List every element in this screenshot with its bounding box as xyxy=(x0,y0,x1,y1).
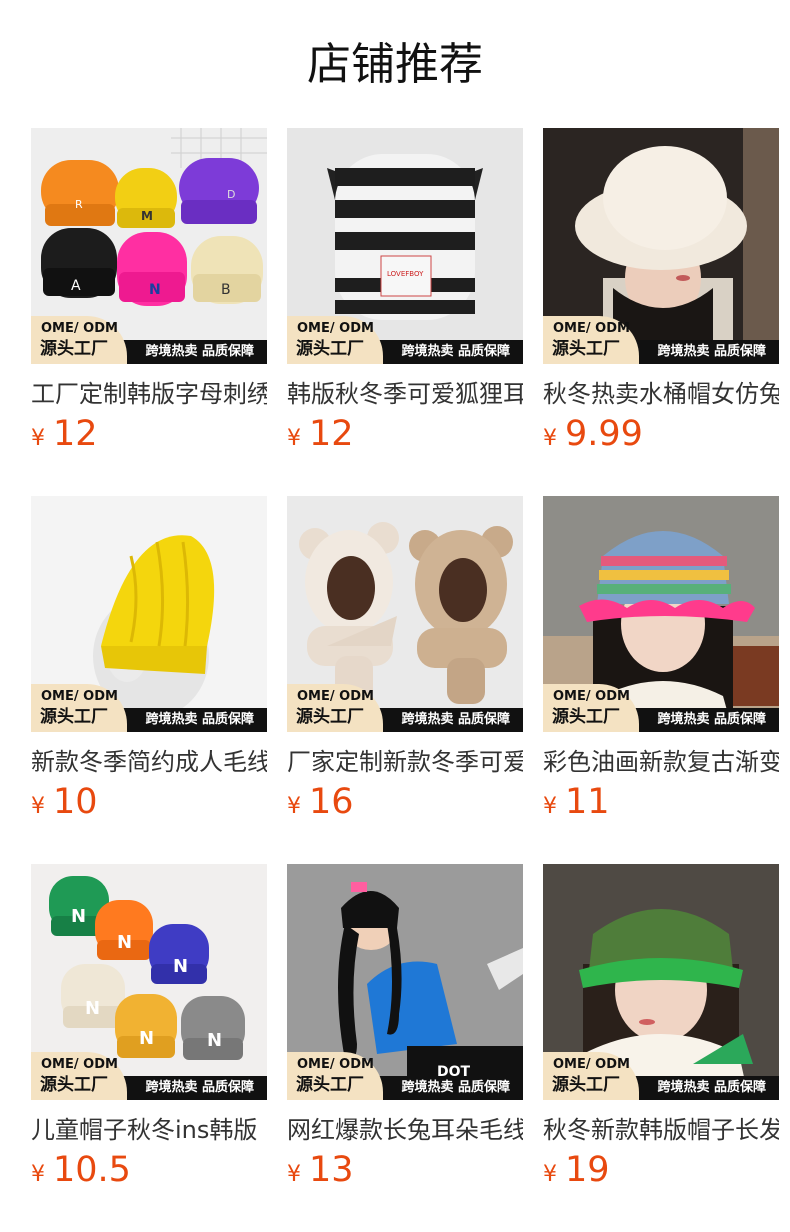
currency-symbol: ¥ xyxy=(543,794,557,819)
factory-badge: OME/ ODM 源头工厂 xyxy=(287,316,383,364)
price-value: 10 xyxy=(53,782,98,822)
product-name[interactable]: 彩色油画新款复古渐变 xyxy=(543,746,779,778)
product-image[interactable]: 跨境热卖 品质保障 OME/ ODM 源头工厂 xyxy=(287,496,523,732)
product-card[interactable]: NNNNNN 跨境热卖 品质保障 OME/ ODM 源头工厂 儿童帽子秋冬ins… xyxy=(31,864,267,1190)
product-price: ¥9.99 xyxy=(543,414,779,454)
factory-badge: OME/ ODM 源头工厂 xyxy=(543,316,639,364)
product-price: ¥10 xyxy=(31,782,267,822)
product-name[interactable]: 新款冬季简约成人毛线 xyxy=(31,746,267,778)
product-price: ¥11 xyxy=(543,782,779,822)
price-value: 12 xyxy=(53,414,98,454)
product-price: ¥12 xyxy=(287,414,523,454)
product-price: ¥19 xyxy=(543,1150,779,1190)
factory-badge: OME/ ODM 源头工厂 xyxy=(31,684,127,732)
currency-symbol: ¥ xyxy=(31,794,45,819)
price-value: 9.99 xyxy=(565,414,643,454)
currency-symbol: ¥ xyxy=(287,426,301,451)
currency-symbol: ¥ xyxy=(543,426,557,451)
product-image[interactable]: 跨境热卖 品质保障 OME/ ODM 源头工厂 xyxy=(543,496,779,732)
currency-symbol: ¥ xyxy=(287,1162,301,1187)
product-image[interactable]: LOVEFBOY 跨境热卖 品质保障 OME/ ODM 源头工厂 xyxy=(287,128,523,364)
factory-badge: OME/ ODM 源头工厂 xyxy=(31,316,127,364)
factory-badge: OME/ ODM 源头工厂 xyxy=(287,1052,383,1100)
product-price: ¥16 xyxy=(287,782,523,822)
factory-badge: OME/ ODM 源头工厂 xyxy=(287,684,383,732)
page-title: 店铺推荐 xyxy=(307,39,483,90)
factory-badge: OME/ ODM 源头工厂 xyxy=(543,684,639,732)
product-card[interactable]: A N B M D R 跨境热卖 品质保障 OME/ ODM 源头工厂 工厂定制… xyxy=(31,128,267,454)
svg-text:R: R xyxy=(75,198,83,211)
svg-text:N: N xyxy=(173,956,188,977)
product-image[interactable]: 跨境热卖 品质保障 OME/ ODM 源头工厂 xyxy=(31,496,267,732)
factory-badge: OME/ ODM 源头工厂 xyxy=(31,1052,127,1100)
product-name[interactable]: 网红爆款长兔耳朵毛线 xyxy=(287,1114,523,1146)
product-name[interactable]: 韩版秋冬季可爱狐狸耳 xyxy=(287,378,523,410)
product-name[interactable]: 厂家定制新款冬季可爱 xyxy=(287,746,523,778)
product-card[interactable]: 跨境热卖 品质保障 OME/ ODM 源头工厂 秋冬热卖水桶帽女仿兔 ¥9.99 xyxy=(543,128,779,454)
currency-symbol: ¥ xyxy=(543,1162,557,1187)
product-price: ¥10.5 xyxy=(31,1150,267,1190)
price-value: 13 xyxy=(309,1150,354,1190)
factory-badge: OME/ ODM 源头工厂 xyxy=(543,1052,639,1100)
price-value: 19 xyxy=(565,1150,610,1190)
product-name[interactable]: 秋冬新款韩版帽子长发 xyxy=(543,1114,779,1146)
product-image[interactable]: NNNNNN 跨境热卖 品质保障 OME/ ODM 源头工厂 xyxy=(31,864,267,1100)
product-price: ¥12 xyxy=(31,414,267,454)
price-value: 10.5 xyxy=(53,1150,131,1190)
svg-text:N: N xyxy=(149,282,161,298)
product-name[interactable]: 儿童帽子秋冬ins韩版 xyxy=(31,1114,267,1146)
product-name[interactable]: 秋冬热卖水桶帽女仿兔 xyxy=(543,378,779,410)
product-card[interactable]: LOVEFBOY 跨境热卖 品质保障 OME/ ODM 源头工厂 韩版秋冬季可爱… xyxy=(287,128,523,454)
price-value: 16 xyxy=(309,782,354,822)
svg-text:N: N xyxy=(117,932,132,953)
svg-text:D: D xyxy=(227,188,235,201)
product-card[interactable]: 跨境热卖 品质保障 OME/ ODM 源头工厂 新款冬季简约成人毛线 ¥10 xyxy=(31,496,267,822)
svg-text:N: N xyxy=(85,998,100,1019)
product-card[interactable]: 跨境热卖 品质保障 OME/ ODM 源头工厂 彩色油画新款复古渐变 ¥11 xyxy=(543,496,779,822)
product-image[interactable]: DOT 跨境热卖 品质保障 OME/ ODM 源头工厂 xyxy=(287,864,523,1100)
product-price: ¥13 xyxy=(287,1150,523,1190)
product-image[interactable]: 跨境热卖 品质保障 OME/ ODM 源头工厂 xyxy=(543,128,779,364)
currency-symbol: ¥ xyxy=(31,426,45,451)
product-card[interactable]: 跨境热卖 品质保障 OME/ ODM 源头工厂 秋冬新款韩版帽子长发 ¥19 xyxy=(543,864,779,1190)
price-value: 11 xyxy=(565,782,610,822)
svg-text:B: B xyxy=(221,282,231,298)
currency-symbol: ¥ xyxy=(287,794,301,819)
product-image[interactable]: 跨境热卖 品质保障 OME/ ODM 源头工厂 xyxy=(543,864,779,1100)
product-image[interactable]: A N B M D R 跨境热卖 品质保障 OME/ ODM 源头工厂 xyxy=(31,128,267,364)
svg-text:N: N xyxy=(71,906,86,927)
price-value: 12 xyxy=(309,414,354,454)
product-card[interactable]: DOT 跨境热卖 品质保障 OME/ ODM 源头工厂 网红爆款长兔耳朵毛线 ¥… xyxy=(287,864,523,1190)
product-card[interactable]: 跨境热卖 品质保障 OME/ ODM 源头工厂 厂家定制新款冬季可爱 ¥16 xyxy=(287,496,523,822)
currency-symbol: ¥ xyxy=(31,1162,45,1187)
svg-text:N: N xyxy=(139,1028,154,1049)
product-name[interactable]: 工厂定制韩版字母刺绣 xyxy=(31,378,267,410)
svg-text:N: N xyxy=(207,1030,222,1051)
svg-text:A: A xyxy=(71,278,81,294)
svg-text:M: M xyxy=(141,209,153,223)
svg-text:LOVEFBOY: LOVEFBOY xyxy=(387,270,424,278)
